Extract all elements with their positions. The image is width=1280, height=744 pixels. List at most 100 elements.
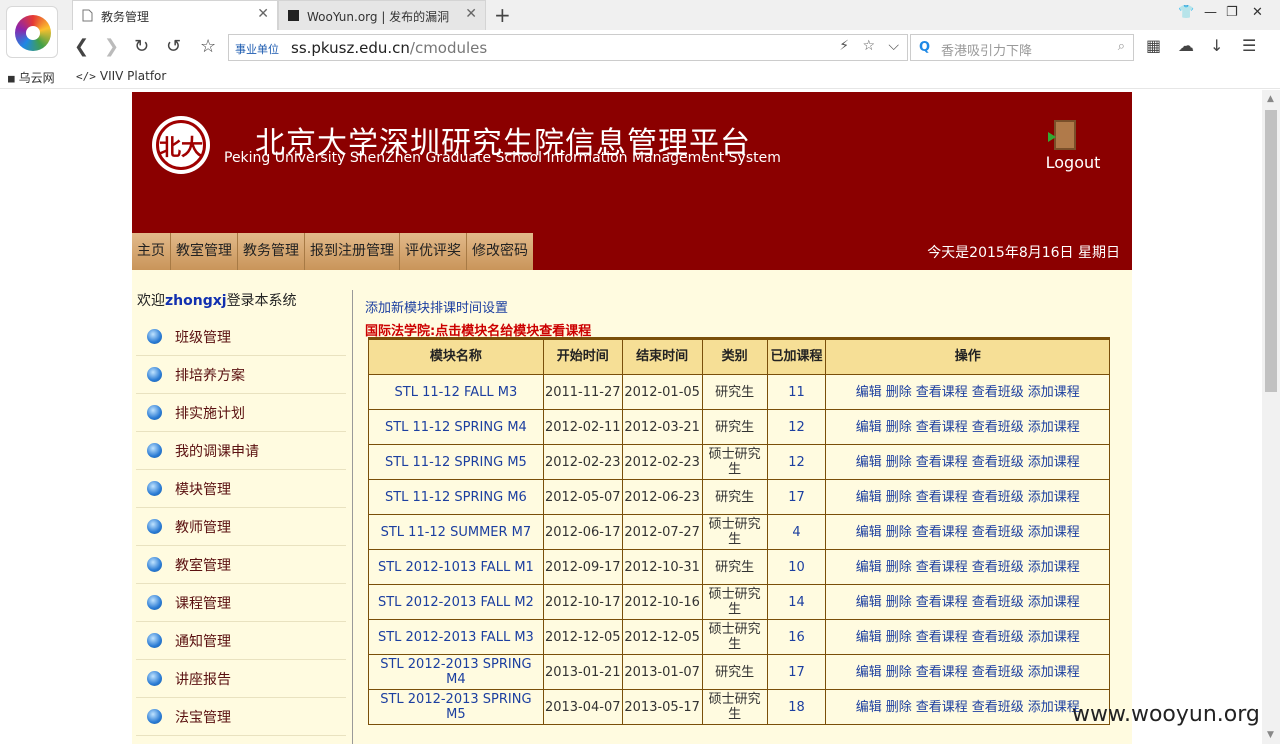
sidebar-item-lectures[interactable]: 讲座报告 (136, 660, 346, 698)
sidebar-item-modules[interactable]: 模块管理 (136, 470, 346, 508)
add-course-link[interactable]: 添加课程 (1028, 455, 1080, 470)
apps-grid-icon[interactable]: ▦ (1146, 36, 1161, 55)
window-close-button[interactable]: ✕ (1252, 5, 1263, 20)
sidebar-item-fabao[interactable]: 法宝管理 (136, 698, 346, 736)
add-course-link[interactable]: 添加课程 (1028, 665, 1080, 680)
download-icon[interactable]: ↓ (1210, 36, 1223, 55)
view-classes-link[interactable]: 查看班级 (972, 385, 1024, 400)
view-classes-link[interactable]: 查看班级 (972, 630, 1024, 645)
module-name-link[interactable]: STL 2012-2013 SPRING M4 (368, 654, 544, 690)
view-courses-link[interactable]: 查看课程 (916, 385, 968, 400)
view-courses-link[interactable]: 查看课程 (916, 665, 968, 680)
edit-link[interactable]: 编辑 (856, 525, 882, 540)
view-classes-link[interactable]: 查看班级 (972, 490, 1024, 505)
add-course-link[interactable]: 添加课程 (1028, 385, 1080, 400)
sidebar-item-my-requests[interactable]: 我的调课申请 (136, 432, 346, 470)
sidebar-item-courses[interactable]: 课程管理 (136, 584, 346, 622)
view-classes-link[interactable]: 查看班级 (972, 595, 1024, 610)
module-name-link[interactable]: STL 2012-2013 FALL M3 (368, 619, 544, 655)
back-icon[interactable]: ❮ (74, 36, 89, 57)
module-name-link[interactable]: STL 2012-2013 SPRING M5 (368, 689, 544, 725)
menu-awards[interactable]: 评优评奖 (400, 233, 467, 270)
edit-link[interactable]: 编辑 (856, 455, 882, 470)
delete-link[interactable]: 删除 (886, 455, 912, 470)
module-name-link[interactable]: STL 11-12 SUMMER M7 (368, 514, 544, 550)
edit-link[interactable]: 编辑 (856, 420, 882, 435)
add-course-link[interactable]: 添加课程 (1028, 490, 1080, 505)
scroll-up-icon[interactable]: ▲ (1267, 94, 1274, 104)
delete-link[interactable]: 删除 (886, 700, 912, 715)
add-course-link[interactable]: 添加课程 (1028, 595, 1080, 610)
module-name-link[interactable]: STL 11-12 SPRING M4 (368, 409, 544, 445)
edit-link[interactable]: 编辑 (856, 490, 882, 505)
maximize-button[interactable]: ❐ (1226, 5, 1238, 20)
delete-link[interactable]: 删除 (886, 420, 912, 435)
menu-home[interactable]: 主页 (132, 233, 171, 270)
search-box[interactable]: Q 香港吸引力下降 ⌕ (910, 34, 1134, 61)
view-courses-link[interactable]: 查看课程 (916, 560, 968, 575)
sidebar-item-teachers[interactable]: 教师管理 (136, 508, 346, 546)
sidebar-item-class[interactable]: 班级管理 (136, 318, 346, 356)
tab-wooyun[interactable]: WooYun.org | 发布的漏洞 ✕ (278, 0, 486, 30)
sidebar-item-implementation-plan[interactable]: 排实施计划 (136, 394, 346, 432)
menu-academic[interactable]: 教务管理 (238, 233, 305, 270)
module-name-link[interactable]: STL 2012-2013 FALL M2 (368, 584, 544, 620)
search-engine-icon[interactable]: Q (919, 40, 930, 55)
view-classes-link[interactable]: 查看班级 (972, 665, 1024, 680)
delete-link[interactable]: 删除 (886, 525, 912, 540)
bookmark-viiv[interactable]: </> VIIV Platfor (76, 69, 166, 83)
reload-icon[interactable]: ↻ (134, 36, 149, 57)
module-name-link[interactable]: STL 11-12 SPRING M6 (368, 479, 544, 515)
view-courses-link[interactable]: 查看课程 (916, 630, 968, 645)
edit-link[interactable]: 编辑 (856, 665, 882, 680)
delete-link[interactable]: 删除 (886, 665, 912, 680)
module-name-link[interactable]: STL 11-12 FALL M3 (368, 374, 544, 410)
bookmark-star-icon[interactable]: ☆ (200, 36, 216, 57)
lightning-icon[interactable]: ⚡ (839, 38, 849, 54)
edit-link[interactable]: 编辑 (856, 700, 882, 715)
view-courses-link[interactable]: 查看课程 (916, 525, 968, 540)
chevron-down-icon[interactable]: ⌵ (888, 38, 899, 54)
edit-link[interactable]: 编辑 (856, 595, 882, 610)
search-icon[interactable]: ⌕ (1118, 39, 1125, 54)
view-courses-link[interactable]: 查看课程 (916, 595, 968, 610)
scroll-down-icon[interactable]: ▼ (1267, 730, 1274, 740)
add-course-link[interactable]: 添加课程 (1028, 630, 1080, 645)
menu-change-password[interactable]: 修改密码 (467, 233, 533, 270)
view-classes-link[interactable]: 查看班级 (972, 560, 1024, 575)
cloud-icon[interactable]: ☁ (1178, 36, 1194, 55)
logout-button[interactable]: Logout (1038, 120, 1108, 172)
view-courses-link[interactable]: 查看课程 (916, 455, 968, 470)
delete-link[interactable]: 删除 (886, 490, 912, 505)
edit-link[interactable]: 编辑 (856, 630, 882, 645)
sidebar-item-training-plan[interactable]: 排培养方案 (136, 356, 346, 394)
undo-icon[interactable]: ↺ (166, 36, 181, 57)
scroll-thumb[interactable] (1265, 110, 1277, 392)
add-course-link[interactable]: 添加课程 (1028, 560, 1080, 575)
menu-registration[interactable]: 报到注册管理 (305, 233, 400, 270)
delete-link[interactable]: 删除 (886, 560, 912, 575)
view-classes-link[interactable]: 查看班级 (972, 525, 1024, 540)
sidebar-item-notices[interactable]: 通知管理 (136, 622, 346, 660)
tab-jiaowu[interactable]: 教务管理 ✕ (72, 0, 278, 30)
delete-link[interactable]: 删除 (886, 595, 912, 610)
add-course-link[interactable]: 添加课程 (1028, 420, 1080, 435)
minimize-button[interactable]: — (1204, 5, 1217, 20)
edit-link[interactable]: 编辑 (856, 385, 882, 400)
add-course-link[interactable]: 添加课程 (1028, 525, 1080, 540)
add-module-schedule-link[interactable]: 添加新模块排课时间设置 (365, 297, 508, 316)
view-classes-link[interactable]: 查看班级 (972, 455, 1024, 470)
view-courses-link[interactable]: 查看课程 (916, 490, 968, 505)
url-text[interactable]: ss.pkusz.edu.cn/cmodules (291, 39, 487, 57)
browser-logo[interactable] (6, 6, 58, 58)
search-input[interactable]: 香港吸引力下降 (941, 40, 1032, 59)
skin-icon[interactable]: 👕 (1178, 5, 1194, 20)
favorite-icon[interactable]: ☆ (862, 38, 875, 54)
view-courses-link[interactable]: 查看课程 (916, 420, 968, 435)
view-classes-link[interactable]: 查看班级 (972, 700, 1024, 715)
view-courses-link[interactable]: 查看课程 (916, 700, 968, 715)
edit-link[interactable]: 编辑 (856, 560, 882, 575)
close-icon[interactable]: ✕ (465, 6, 477, 22)
menu-icon[interactable]: ☰ (1242, 36, 1256, 55)
vertical-scrollbar[interactable]: ▲ ▼ (1262, 90, 1280, 744)
